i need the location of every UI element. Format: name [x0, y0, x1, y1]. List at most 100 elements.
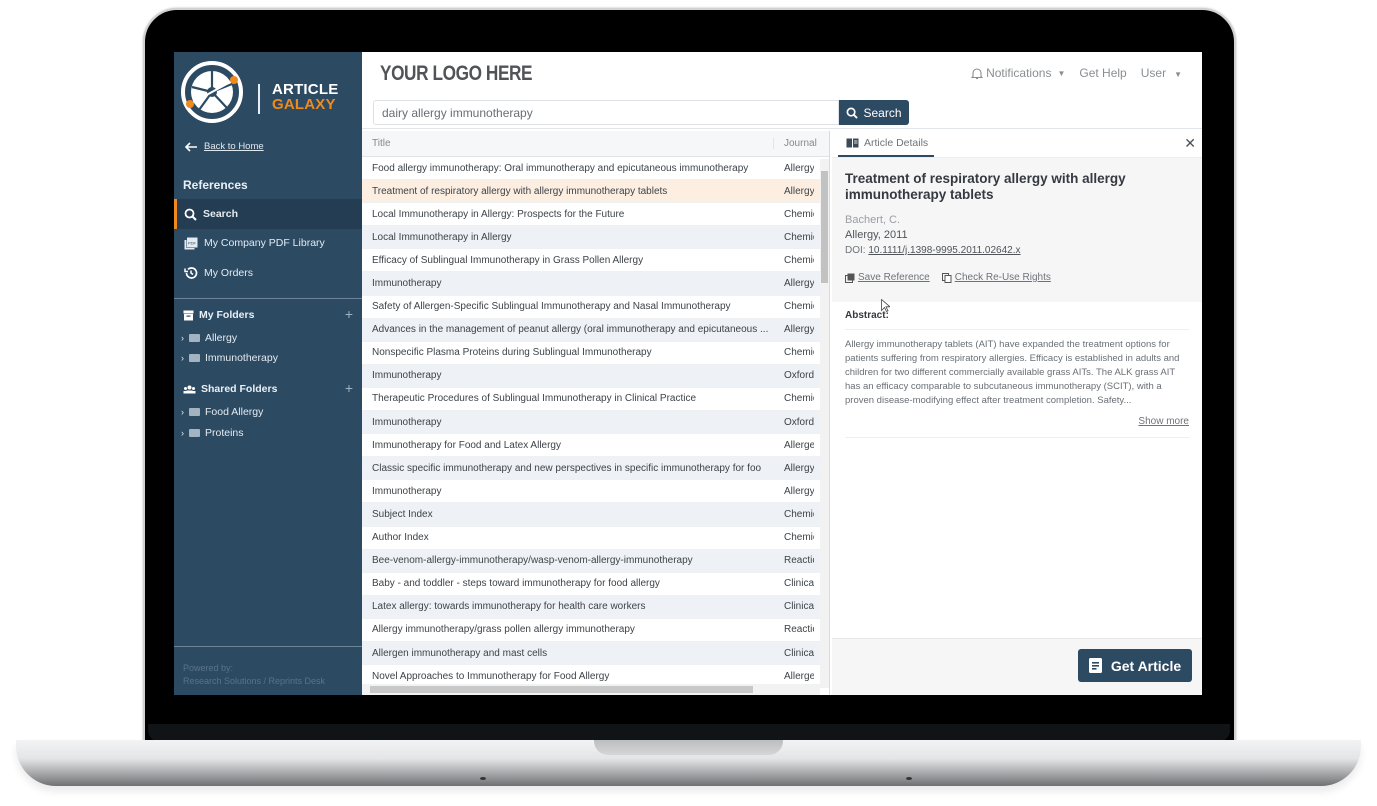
caret-down-icon: ▼ — [1057, 68, 1066, 78]
vertical-scrollbar[interactable] — [820, 159, 829, 687]
tab-article-details[interactable]: Article Details — [838, 131, 934, 157]
table-row[interactable]: Allergy immunotherapy/grass pollen aller… — [362, 619, 829, 642]
check-reuse-rights-button[interactable]: Check Re-Use Rights — [941, 272, 1051, 283]
laptop-foot — [480, 777, 486, 780]
cell-journal: Reactio — [784, 555, 814, 567]
cell-title: Immunotherapy — [372, 485, 442, 497]
table-row[interactable]: Baby - and toddler - steps toward immuno… — [362, 573, 829, 596]
article-actions: Save Reference Check Re-Use Rights — [845, 272, 1189, 283]
table-row[interactable]: Subject Index Chemic — [362, 503, 829, 527]
cell-title: Immunotherapy for Food and Latex Allergy — [372, 439, 561, 451]
document-icon — [1088, 658, 1102, 673]
table-row[interactable]: Safety of Allergen-Specific Sublingual I… — [362, 296, 829, 319]
table-row[interactable]: Nonspecific Plasma Proteins during Subli… — [362, 342, 829, 365]
top-nav: Notifications ▼ Get Help User ▼ — [971, 66, 1182, 80]
table-row[interactable]: Therapeutic Procedures of Sublingual Imm… — [362, 388, 829, 412]
my-folders-heading: My Folders — [183, 309, 254, 321]
table-row[interactable]: Immunotherapy Allergy — [362, 480, 829, 504]
table-row[interactable]: Immunotherapy Oxford — [362, 411, 829, 435]
close-icon[interactable]: ✕ — [1184, 135, 1196, 152]
search-input[interactable] — [373, 100, 839, 125]
sidebar-item-my-orders[interactable]: My Orders — [174, 258, 362, 288]
get-help-link[interactable]: Get Help — [1079, 66, 1126, 80]
table-row[interactable]: Treatment of respiratory allergy with al… — [362, 180, 829, 204]
column-header-journal[interactable]: Journal — [774, 138, 817, 149]
bell-icon — [971, 67, 984, 79]
column-header-title[interactable]: Title — [362, 138, 774, 149]
sidebar-item-search[interactable]: Search — [174, 199, 362, 229]
archive-icon — [183, 310, 194, 320]
table-body: Food allergy immunotherapy: Oral immunot… — [362, 157, 829, 689]
mouse-cursor-icon — [881, 299, 890, 312]
table-row[interactable]: Author Index Chemic — [362, 527, 829, 550]
folder-item[interactable]: › Immunotherapy — [181, 352, 278, 364]
table-row[interactable]: Advances in the management of peanut all… — [362, 318, 829, 342]
table-row[interactable]: Efficacy of Sublingual Immunotherapy in … — [362, 249, 829, 273]
detail-footer: Get Article — [832, 638, 1202, 695]
cell-title: Allergen immunotherapy and mast cells — [372, 647, 548, 659]
table-row[interactable]: Immunotherapy for Food and Latex Allergy… — [362, 434, 829, 458]
cell-journal: Allergy — [784, 462, 814, 474]
cell-title: Advances in the management of peanut all… — [372, 324, 769, 336]
chevron-right-icon[interactable]: › — [181, 407, 184, 417]
cell-title: Novel Approaches to Immunotherapy for Fo… — [372, 670, 610, 682]
detail-tabs: Article Details ✕ — [832, 131, 1202, 158]
table-row[interactable]: Local Immunotherapy in Allergy: Prospect… — [362, 203, 829, 227]
shared-folders-heading: Shared Folders — [183, 383, 277, 395]
notifications-menu[interactable]: Notifications ▼ — [971, 66, 1065, 80]
abstract-heading: Abstract: — [845, 310, 1189, 330]
caret-down-icon: ▼ — [1174, 70, 1182, 79]
article-summary: Treatment of respiratory allergy with al… — [832, 158, 1202, 302]
article-journal-year: Allergy, 2011 — [845, 229, 908, 241]
brand-logo[interactable]: ARTICLE GALAXY — [180, 60, 355, 124]
table-row[interactable]: Immunotherapy Allergy — [362, 272, 829, 296]
cell-title: Safety of Allergen-Specific Sublingual I… — [372, 301, 731, 313]
article-doi: DOI: 10.1111/j.1398-9995.2011.02642.x — [845, 245, 1021, 256]
back-to-home-link[interactable]: Back to Home — [184, 141, 264, 152]
doi-link[interactable]: 10.1111/j.1398-9995.2011.02642.x — [868, 245, 1020, 256]
cell-journal: Allergy — [784, 162, 814, 174]
cell-title: Immunotherapy — [372, 278, 442, 290]
laptop-foot — [906, 777, 912, 780]
abstract-text: Allergy immunotherapy tablets (AIT) have… — [845, 339, 1180, 406]
cell-title: Immunotherapy — [372, 370, 442, 382]
cell-journal: Allergy — [784, 485, 814, 497]
table-row[interactable]: Food allergy immunotherapy: Oral immunot… — [362, 157, 829, 181]
company-logo-placeholder: YOUR LOGO HERE — [380, 62, 533, 85]
table-row[interactable]: Local Immunotherapy in Allergy Chemic — [362, 226, 829, 250]
users-icon — [183, 385, 196, 393]
article-title: Treatment of respiratory allergy with al… — [845, 171, 1126, 202]
cell-title: Local Immunotherapy in Allergy — [372, 231, 512, 243]
chevron-right-icon[interactable]: › — [181, 353, 184, 363]
search-bar: Search — [362, 92, 1202, 129]
table-row[interactable]: Immunotherapy Oxford — [362, 364, 829, 388]
table-row[interactable]: Classic specific immunotherapy and new p… — [362, 457, 829, 481]
cell-journal: Chemic — [784, 231, 814, 243]
folder-item[interactable]: › Proteins — [181, 427, 244, 439]
show-more-link[interactable]: Show more — [845, 416, 1189, 438]
add-shared-folder-button[interactable]: + — [345, 380, 353, 396]
powered-by: Powered by: Research Solutions / Reprint… — [183, 663, 326, 686]
save-reference-button[interactable]: Save Reference — [845, 272, 930, 283]
cell-title: Allergy immunotherapy/grass pollen aller… — [372, 624, 635, 636]
chevron-right-icon[interactable]: › — [181, 333, 184, 343]
folder-item[interactable]: › Food Allergy — [181, 406, 263, 418]
abstract-section: Abstract: Allergy immunotherapy tablets … — [832, 302, 1202, 446]
sidebar-item-pdf-library[interactable]: PDF My Company PDF Library — [174, 228, 362, 258]
search-button[interactable]: Search — [839, 100, 909, 125]
user-menu[interactable]: User ▼ — [1141, 66, 1182, 80]
horizontal-scrollbar[interactable] — [362, 684, 820, 695]
scrollbar-thumb[interactable] — [821, 171, 828, 283]
folder-icon — [189, 354, 200, 362]
folder-item[interactable]: › Allergy — [181, 332, 237, 344]
add-folder-button[interactable]: + — [345, 306, 353, 322]
get-article-button[interactable]: Get Article — [1078, 649, 1192, 682]
table-row[interactable]: Latex allergy: towards immunotherapy for… — [362, 595, 829, 619]
cell-title: Food allergy immunotherapy: Oral immunot… — [372, 162, 749, 174]
brand-name: ARTICLE GALAXY — [272, 81, 339, 113]
chevron-right-icon[interactable]: › — [181, 428, 184, 438]
table-row[interactable]: Bee-venom-allergy-immunotherapy/wasp-ven… — [362, 549, 829, 573]
scrollbar-thumb[interactable] — [370, 686, 753, 693]
cell-journal: Chemic — [784, 301, 814, 313]
table-row[interactable]: Allergen immunotherapy and mast cells Cli… — [362, 641, 829, 666]
